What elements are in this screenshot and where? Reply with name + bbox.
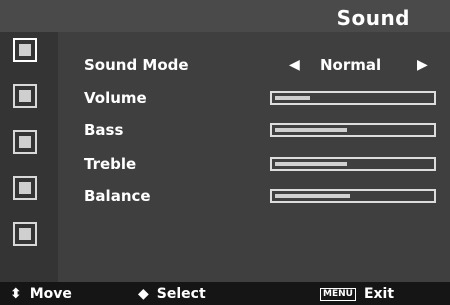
volume-slider[interactable] xyxy=(270,91,436,105)
balance-slider[interactable] xyxy=(270,189,436,203)
move-icon: ⬍ xyxy=(10,286,22,302)
footer-bar: ⬍ Move ◆ Select MENU Exit xyxy=(0,282,450,305)
menu-key-icon: MENU xyxy=(320,287,356,301)
volume-label: Volume xyxy=(84,89,147,107)
menu-title: Sound xyxy=(336,6,410,30)
sound-mode-label: Sound Mode xyxy=(84,56,189,74)
balance-label: Balance xyxy=(84,187,151,205)
category-sidebar xyxy=(0,32,58,282)
bass-fill xyxy=(275,128,347,132)
balance-fill xyxy=(275,194,350,198)
settings-icon[interactable] xyxy=(13,84,37,108)
hand-icon[interactable] xyxy=(13,176,37,200)
sound-mode-value[interactable]: Normal xyxy=(320,56,381,74)
display-icon[interactable] xyxy=(13,222,37,246)
select-hint: ◆ Select xyxy=(138,286,206,302)
right-arrow-icon[interactable]: ▶ xyxy=(417,57,428,73)
bass-label: Bass xyxy=(84,121,124,139)
move-label: Move xyxy=(29,286,72,302)
move-hint: ⬍ Move xyxy=(10,286,72,302)
bass-slider[interactable] xyxy=(270,123,436,137)
picture-icon[interactable] xyxy=(13,38,37,62)
treble-fill xyxy=(275,162,347,166)
exit-label: Exit xyxy=(363,286,395,302)
volume-fill xyxy=(275,96,310,100)
select-label: Select xyxy=(156,286,206,302)
exit-hint: MENU Exit xyxy=(320,286,394,302)
sound-osd: Sound Sound Mode ◀ Normal ▶ Volume Bass … xyxy=(0,0,450,305)
channel-icon[interactable] xyxy=(13,130,37,154)
header-bar: Sound xyxy=(0,0,450,32)
select-icon: ◆ xyxy=(138,286,149,302)
treble-slider[interactable] xyxy=(270,157,436,171)
treble-label: Treble xyxy=(84,155,137,173)
left-arrow-icon[interactable]: ◀ xyxy=(289,57,300,73)
